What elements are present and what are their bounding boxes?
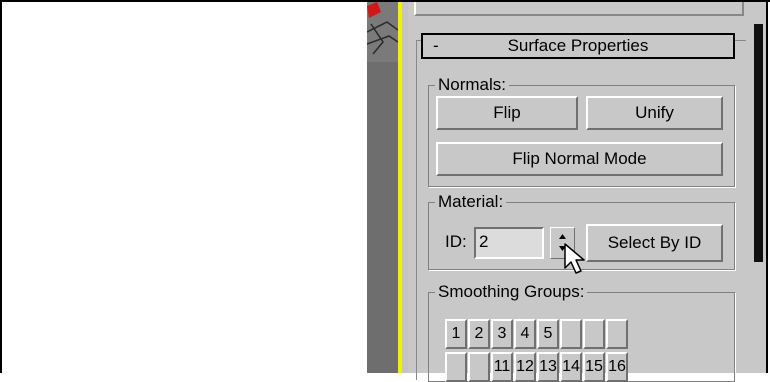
window-frame bbox=[0, 0, 768, 373]
